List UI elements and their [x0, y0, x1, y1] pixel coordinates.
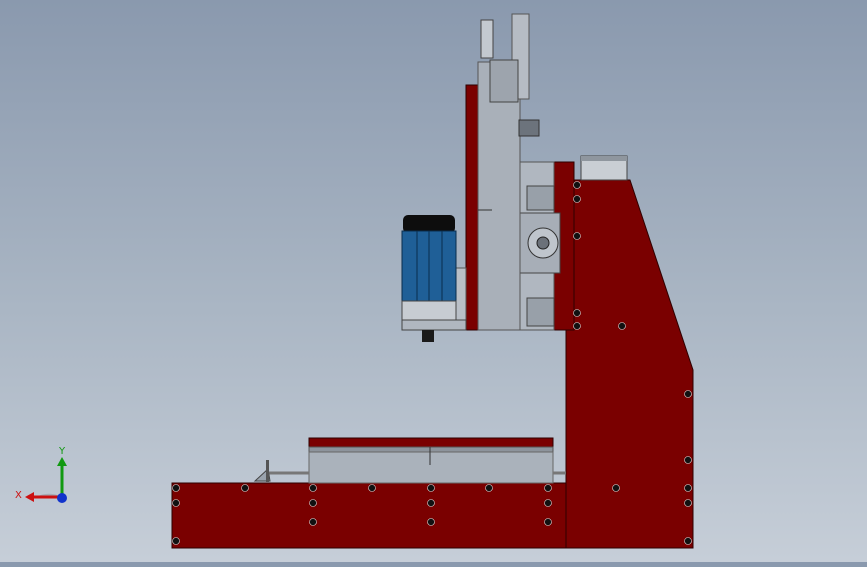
- axis-triad: Y X: [15, 446, 67, 503]
- y-axis-label: Y: [58, 446, 66, 457]
- stepper-motor: [580, 155, 628, 181]
- work-table: [253, 437, 566, 484]
- x-axis-label: X: [15, 490, 22, 501]
- z-axis-dot: [57, 493, 67, 503]
- cad-viewport[interactable]: Y X: [0, 0, 867, 562]
- model-drawing: Y X: [15, 13, 694, 549]
- column-plate: [565, 179, 694, 549]
- spindle-motor: [401, 215, 467, 342]
- pulley-housing: [519, 212, 561, 274]
